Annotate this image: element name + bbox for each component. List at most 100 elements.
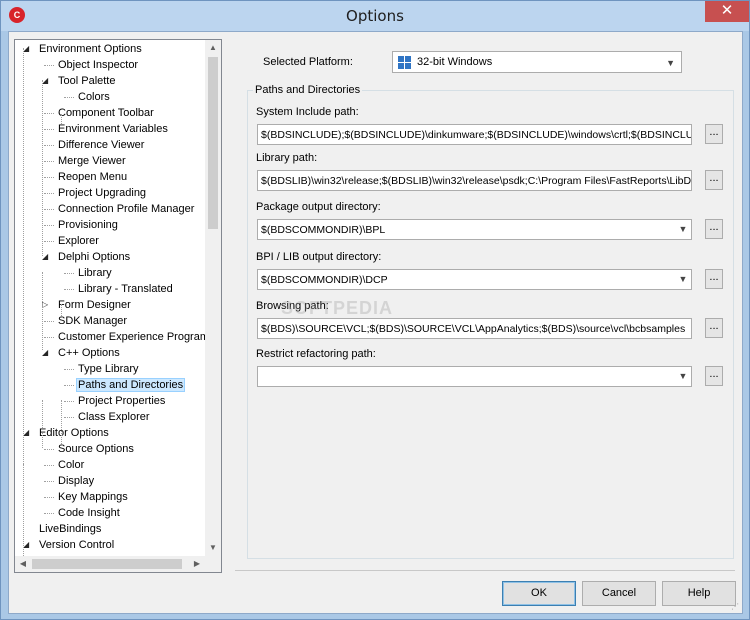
tree-item[interactable]: Difference Viewer [56, 137, 146, 153]
path-input[interactable]: $(BDSINCLUDE);$(BDSINCLUDE)\dinkumware;$… [257, 124, 692, 145]
expanded-triangle-icon[interactable]: ◢ [42, 73, 51, 89]
tree-guide [64, 401, 74, 402]
scroll-up-icon[interactable]: ▲ [205, 40, 221, 56]
dialog-client: Environment Options ◢ Object Inspector Tool… [8, 31, 743, 614]
scroll-thumb[interactable] [208, 57, 218, 229]
expanded-triangle-icon[interactable]: ◢ [23, 537, 32, 553]
tree-item[interactable]: Form Designer [56, 297, 133, 313]
tree-guide [44, 65, 54, 66]
tree-item-label: LiveBindings [39, 523, 102, 535]
tree-item[interactable]: Key Mappings [56, 489, 130, 505]
tree-item[interactable]: Reopen Menu [56, 169, 129, 185]
expanded-triangle-icon[interactable]: ◢ [23, 41, 32, 57]
tree-item[interactable]: Color [56, 457, 86, 473]
scroll-right-icon[interactable]: ▶ [189, 556, 205, 572]
tree-item[interactable]: Connection Profile Manager [56, 201, 196, 217]
options-tree[interactable]: Environment Options ◢ Object Inspector Tool… [14, 39, 222, 573]
expanded-triangle-icon[interactable]: ◢ [42, 345, 51, 361]
scroll-left-icon[interactable]: ◀ [15, 556, 31, 572]
tree-item[interactable]: Editor Options [37, 425, 111, 441]
tree-item[interactable]: Provisioning [56, 217, 120, 233]
button-divider [235, 570, 735, 571]
path-input[interactable]: ▼ [257, 366, 692, 387]
title-bar[interactable]: C Options ✕ [1, 1, 749, 31]
browse-button[interactable]: ... [705, 269, 723, 289]
tree-item-label: Key Mappings [58, 491, 128, 503]
tree-item-label: Environment Options [39, 43, 142, 55]
chevron-down-icon[interactable]: ▼ [675, 367, 691, 386]
chevron-down-icon[interactable]: ▼ [675, 220, 691, 239]
tree-item[interactable]: Object Inspector [56, 57, 140, 73]
browse-button[interactable]: ... [705, 170, 723, 190]
tree-item[interactable]: C++ Options [56, 345, 122, 361]
tree-horizontal-scrollbar[interactable]: ◀ ▶ [15, 556, 205, 572]
tree-item[interactable]: Display [56, 473, 96, 489]
browse-button[interactable]: ... [705, 318, 723, 338]
tree-item[interactable]: Project Upgrading [56, 185, 148, 201]
tree-item[interactable]: Component Toolbar [56, 105, 156, 121]
scroll-down-icon[interactable]: ▼ [205, 540, 221, 556]
tree-item[interactable]: Code Insight [56, 505, 122, 521]
tree-guide [23, 464, 24, 556]
tree-guide [44, 177, 54, 178]
tree-item[interactable]: Environment Variables [56, 121, 170, 137]
tree-vertical-scrollbar[interactable]: ▲ ▼ [205, 40, 221, 556]
tree-item[interactable]: Project Properties [76, 393, 167, 409]
collapsed-triangle-icon[interactable]: ▷ [42, 297, 51, 313]
tree-item-label: Reopen Menu [58, 171, 128, 183]
tree-item[interactable]: SDK Manager [56, 313, 129, 329]
help-button[interactable]: Help [662, 581, 736, 606]
browse-button[interactable]: ... [705, 366, 723, 386]
tree-item-label: Provisioning [58, 219, 118, 231]
tree-item-label: Explorer [58, 235, 99, 247]
field-label: Library path: [256, 152, 318, 164]
tree-item[interactable]: Merge Viewer [56, 153, 128, 169]
tree-item[interactable]: Library [76, 265, 114, 281]
tree-item[interactable]: Library - Translated [76, 281, 175, 297]
tree-guide [44, 321, 54, 322]
tree-item[interactable]: Version Control [37, 537, 116, 553]
tree-item[interactable]: Explorer [56, 233, 101, 249]
tree-item-label: Editor Options [39, 427, 109, 439]
watermark: SOFTPEDIA [281, 298, 394, 318]
tree-item-label: Library [78, 267, 112, 279]
tree-guide [44, 241, 54, 242]
path-value: $(BDS)\SOURCE\VCL;$(BDS)\SOURCE\VCL\AppA… [261, 323, 686, 335]
close-button[interactable]: ✕ [705, 1, 749, 22]
tree-item-label: Environment Variables [58, 123, 168, 135]
tree-item[interactable]: Delphi Options [56, 249, 132, 265]
tree-item[interactable]: Paths and Directories [76, 377, 186, 393]
tree-guide [44, 449, 54, 450]
tree-guide [44, 209, 54, 210]
tree-item[interactable]: Class Explorer [76, 409, 152, 425]
browse-button[interactable]: ... [705, 124, 723, 144]
tree-item[interactable]: Environment Options [37, 41, 144, 57]
tree-item[interactable]: Customer Experience Program [56, 329, 211, 345]
tree-item[interactable]: Source Options [56, 441, 136, 457]
tree-item[interactable]: LiveBindings [37, 521, 103, 537]
tree-guide [64, 417, 74, 418]
cancel-button[interactable]: Cancel [582, 581, 656, 606]
tree-guide [44, 465, 54, 466]
tree-guide [64, 289, 74, 290]
tree-item[interactable]: Tool Palette [56, 73, 117, 89]
resize-grip-icon[interactable]: ⋰ [731, 602, 741, 612]
path-input[interactable]: $(BDSCOMMONDIR)\DCP ▼ [257, 269, 692, 290]
tree-item-label: Delphi Options [58, 251, 131, 263]
path-input[interactable]: $(BDSLIB)\win32\release;$(BDSLIB)\win32\… [257, 170, 692, 191]
tree-item-label: SDK Manager [58, 315, 128, 327]
hscroll-thumb[interactable] [32, 559, 182, 569]
expanded-triangle-icon[interactable]: ◢ [42, 249, 51, 265]
browse-button[interactable]: ... [705, 219, 723, 239]
path-input[interactable]: $(BDS)\SOURCE\VCL;$(BDS)\SOURCE\VCL\AppA… [257, 318, 692, 339]
path-input[interactable]: $(BDSCOMMONDIR)\BPL ▼ [257, 219, 692, 240]
chevron-down-icon[interactable]: ▼ [675, 270, 691, 289]
platform-value: 32-bit Windows [417, 56, 493, 68]
expanded-triangle-icon[interactable]: ◢ [23, 425, 32, 441]
tree-item-label: Paths and Directories [76, 378, 186, 392]
platform-label: Selected Platform: [263, 56, 353, 68]
platform-select[interactable]: 32-bit Windows ▼ [392, 51, 682, 73]
tree-item[interactable]: Type Library [76, 361, 141, 377]
tree-item[interactable]: Colors [76, 89, 112, 105]
ok-button[interactable]: OK [502, 581, 576, 606]
